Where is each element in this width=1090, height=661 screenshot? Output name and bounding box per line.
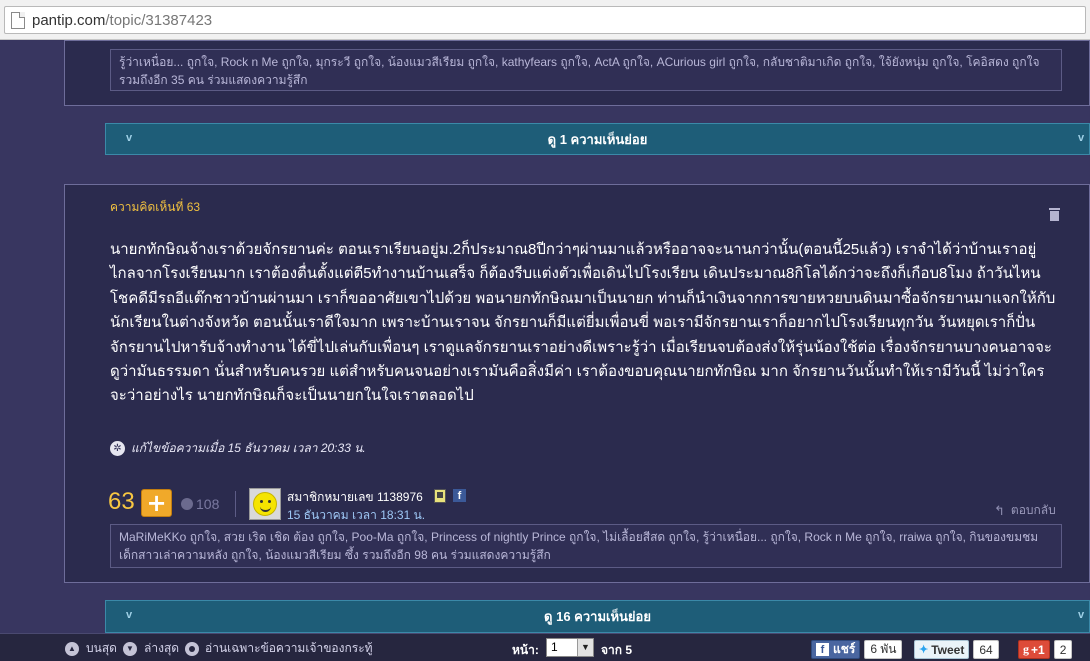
facebook-share[interactable]: f แชร์ 6 พัน <box>811 640 903 659</box>
vote-score: 63 <box>108 488 135 515</box>
facebook-share-count: 6 พัน <box>864 640 903 659</box>
page-value: 1 <box>551 640 558 654</box>
gplus-button[interactable]: g +1 <box>1018 640 1050 659</box>
avatar[interactable] <box>249 488 281 520</box>
url-path: /topic/31387423 <box>105 11 213 29</box>
mobile-icon <box>434 489 446 503</box>
facebook-share-button[interactable]: f แชร์ <box>811 640 861 659</box>
reply-label: ตอบกลับ <box>1010 503 1056 517</box>
edit-clock-icon: ✲ <box>110 441 125 456</box>
edited-text: แก้ไขข้อความเมื่อ 15 ธันวาคม เวลา 20:33 … <box>131 441 366 455</box>
post-time: 15 ธันวาคม เวลา 18:31 น. <box>287 508 426 522</box>
gplus-count: 2 <box>1053 640 1073 659</box>
prev-expand-label: ดู 1 ความเห็นย่อย <box>547 131 648 147</box>
page-label: หน้า: <box>512 643 539 657</box>
chevron-down-icon: v <box>126 132 133 144</box>
page-icon <box>11 11 25 29</box>
page-total: จาก 5 <box>601 643 633 657</box>
reply-arrow-icon: ↰ <box>994 502 1005 518</box>
emotion-count-text: 108 <box>196 496 220 512</box>
tweet-label: Tweet <box>931 642 965 657</box>
address-bar[interactable]: pantip.com/topic/31387423 <box>4 6 1086 34</box>
gplus-label: +1 <box>1031 642 1045 657</box>
twitter-share[interactable]: ✦ Tweet 64 <box>914 640 999 659</box>
comment-body: นายกทักษิณจ้างเราด้วยจักรยานค่ะ ตอนเราเร… <box>110 241 1056 405</box>
gplus-share[interactable]: g +1 2 <box>1018 640 1073 659</box>
scroll-top-button[interactable]: ▲ บนสุด <box>65 639 117 658</box>
arrow-up-icon: ▲ <box>65 641 79 656</box>
prev-likers-text: รู้ว่าเหนื่อย... ถูกใจ, Rock n Me ถูกใจ,… <box>119 55 1040 87</box>
dropdown-arrow-icon: ▼ <box>577 639 593 656</box>
likers-box: MaRiMeKKo ถูกใจ, สวย เริด เชิด ต้อง ถูกใ… <box>110 524 1062 568</box>
edited-note: ✲ แก้ไขข้อความเมื่อ 15 ธันวาคม เวลา 20:3… <box>110 439 366 458</box>
browser-toolbar: pantip.com/topic/31387423 <box>0 0 1090 40</box>
tweet-button[interactable]: ✦ Tweet <box>914 640 970 659</box>
url-host: pantip.com <box>32 11 106 29</box>
twitter-bird-icon: ✦ <box>919 644 929 656</box>
chevron-down-icon: v <box>1078 609 1085 621</box>
prev-expand-replies-bar[interactable]: v ดู 1 ความเห็นย่อย v <box>105 123 1090 155</box>
chevron-down-icon: v <box>1078 132 1085 144</box>
smiley-icon <box>253 492 277 516</box>
chevron-down-icon: v <box>126 609 133 621</box>
bottom-toolbar: ▲ บนสุด ▼ ล่างสุด อ่านเฉพาะข้อความเจ้าขอ… <box>0 633 1090 661</box>
url-text: pantip.com/topic/31387423 <box>32 12 212 29</box>
trash-icon[interactable] <box>1049 208 1060 221</box>
reply-button[interactable]: ↰ ตอบกลับ <box>994 501 1056 520</box>
arrow-down-icon: ▼ <box>123 641 137 656</box>
gplus-g-icon: g <box>1023 642 1029 656</box>
likers-text: MaRiMeKKo ถูกใจ, สวย เริด เชิด ต้อง ถูกใ… <box>119 530 1039 562</box>
emotion-icon <box>181 498 193 510</box>
divider <box>235 491 236 517</box>
comment-title: ความคิดเห็นที่ 63 <box>110 200 201 214</box>
eye-icon <box>185 641 199 656</box>
member-name[interactable]: สมาชิกหมายเลข 1138976 <box>287 488 423 507</box>
page-select[interactable]: 1 ▼ <box>546 638 594 657</box>
facebook-icon[interactable]: f <box>453 489 466 502</box>
facebook-share-label: แชร์ <box>833 642 856 656</box>
owner-only-label: อ่านเฉพาะข้อความเจ้าของกระทู้ <box>205 641 373 655</box>
prev-comment-card: รู้ว่าเหนื่อย... ถูกใจ, Rock n Me ถูกใจ,… <box>64 40 1090 106</box>
vote-plus-button[interactable]: + <box>141 489 172 517</box>
scroll-bottom-label: ล่างสุด <box>144 641 180 655</box>
expand-replies-bar[interactable]: v ดู 16 ความเห็นย่อย v <box>105 600 1090 633</box>
prev-likers-box: รู้ว่าเหนื่อย... ถูกใจ, Rock n Me ถูกใจ,… <box>110 49 1062 91</box>
scroll-top-label: บนสุด <box>86 641 117 655</box>
emotion-count[interactable]: 108 <box>181 496 219 512</box>
facebook-icon: f <box>816 643 829 656</box>
owner-only-button[interactable]: อ่านเฉพาะข้อความเจ้าของกระทู้ <box>185 639 373 658</box>
scroll-bottom-button[interactable]: ▼ ล่างสุด <box>123 639 179 658</box>
tweet-count: 64 <box>973 640 999 659</box>
expand-label: ดู 16 ความเห็นย่อย <box>544 609 651 624</box>
